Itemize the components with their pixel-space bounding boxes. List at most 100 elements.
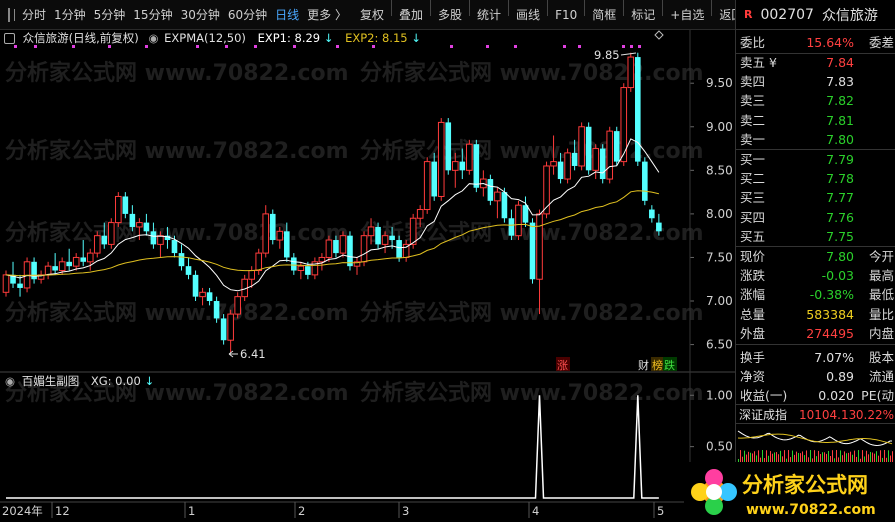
candle-body — [536, 213, 543, 280]
candle-body — [466, 143, 473, 171]
order-label: 买一 — [740, 152, 766, 167]
date-label: 1 — [188, 504, 195, 518]
stat-right-label: 量比 — [868, 306, 894, 322]
candle-body — [143, 222, 150, 232]
index-row[interactable]: 深证成指 10104.13 0.22% — [736, 404, 895, 424]
order-row[interactable]: 买四 7.76 — [736, 208, 895, 228]
candle-body — [213, 301, 220, 319]
arrow-down-icon: ↓ — [323, 31, 334, 45]
candle-body — [396, 240, 402, 258]
stat-value: -0.38% — [809, 287, 854, 303]
candle-body — [206, 292, 213, 302]
candle-body — [58, 261, 66, 272]
stat-label: 外盘 — [740, 325, 766, 341]
stat-right-label: 最高 — [868, 268, 894, 284]
logo-text: 分析家公式网 — [742, 473, 868, 497]
candle-body — [347, 235, 353, 267]
cai-tag: 财 — [638, 358, 649, 372]
stat-value: 274495 — [806, 325, 854, 341]
candle-body — [522, 205, 529, 223]
logo-url: www.70822.com — [746, 502, 876, 518]
sub-tick: 0.50 — [706, 440, 733, 454]
stat-row: 涨幅 -0.38% 最低 — [736, 285, 895, 305]
order-row[interactable]: 买二 7.78 — [736, 169, 895, 189]
order-row[interactable]: 卖五 ¥ 7.84 — [736, 53, 895, 73]
sub-indicator-name: 百媚生副图 — [21, 374, 80, 388]
price-tick: 9.00 — [706, 120, 733, 134]
order-label: 买五 — [740, 228, 766, 244]
order-label: 买二 — [740, 171, 766, 187]
stat-label: 涨幅 — [740, 287, 766, 303]
order-label: 买三 — [740, 190, 766, 206]
order-row[interactable]: 卖三 7.82 — [736, 91, 895, 111]
candle-body — [494, 191, 501, 202]
exp1-value: EXP1: 8.29 — [257, 31, 321, 45]
candle-body — [613, 131, 620, 162]
order-row[interactable]: 买三 7.77 — [736, 188, 895, 208]
watermark-text: 分析家公式网 www.70822.com — [360, 380, 704, 406]
candle-body — [445, 122, 452, 171]
candle-body — [291, 257, 297, 271]
candle-body — [571, 152, 578, 166]
quote-header: R 002707 众信旅游 — [736, 0, 895, 30]
settings-icon[interactable]: ◉ — [5, 374, 15, 388]
indicator-info-line: 众信旅游(日线,前复权) ◉ EXPMA(12,50) EXP1: 8.29 ↓… — [0, 30, 690, 48]
candle-body — [80, 257, 87, 262]
site-logo: 分析家公式网 www.70822.com — [684, 462, 895, 522]
stat-value: -0.03 — [821, 268, 854, 284]
candle-body — [550, 161, 557, 167]
candle-body — [656, 222, 662, 232]
order-price: 7.80 — [826, 131, 854, 147]
candle-body — [325, 239, 333, 258]
stock-label: 众信旅游(日线,前复权) — [22, 31, 139, 45]
candle-body — [318, 256, 326, 263]
zhang-tag: 涨 — [557, 359, 568, 372]
candle-body — [487, 179, 494, 201]
candle-body — [515, 204, 522, 237]
stat-right-label: 最低 — [868, 287, 894, 303]
candle-body — [44, 265, 52, 276]
stat-row: 换手 7.07% 股本 — [736, 348, 895, 368]
order-price: 7.79 — [826, 152, 854, 167]
stat-label: 净资 — [740, 369, 766, 385]
candle-body — [473, 144, 480, 188]
candle-body — [72, 256, 80, 267]
order-row[interactable]: 卖二 7.81 — [736, 111, 895, 131]
date-label: 2024年 — [2, 504, 43, 518]
quote-panel: R 002707 众信旅游 委比 15.64% 委差 卖五 ¥ 7.84 卖四 7.8… — [735, 0, 895, 522]
lock-icon[interactable] — [4, 33, 15, 44]
candle-body — [108, 222, 115, 245]
candle-body — [185, 266, 192, 275]
date-label: 4 — [532, 504, 539, 518]
stat-value: 0.020 — [818, 388, 854, 404]
order-row[interactable]: 卖一 7.80 — [736, 130, 895, 150]
candle-body — [276, 230, 284, 241]
die-tag: 跌 — [664, 358, 675, 372]
candle-body — [431, 161, 438, 197]
candle-body — [199, 291, 206, 298]
stat-row: 净资 0.89 流通 — [736, 367, 895, 387]
date-label: 12 — [55, 504, 70, 518]
stat-row: 收益(一) 0.020 PE(动 — [736, 386, 895, 406]
price-tick: 7.00 — [706, 294, 733, 308]
candle-body — [423, 161, 431, 211]
stat-row: 现价 7.80 今开 — [736, 247, 895, 267]
index-mini-chart[interactable] — [736, 425, 895, 463]
stat-right-label: 流通 — [868, 369, 894, 385]
order-row[interactable]: 买五 7.75 — [736, 227, 895, 247]
settings-icon[interactable]: ◉ — [148, 31, 158, 45]
stat-row: 外盘 274495 内盘 — [736, 324, 895, 344]
order-row[interactable]: 买一 7.79 — [736, 150, 895, 170]
stat-value: 0.89 — [826, 369, 854, 385]
watermark-text: 分析家公式网 www.70822.com — [5, 300, 349, 326]
order-row[interactable]: 卖四 7.83 — [736, 72, 895, 92]
date-label: 3 — [402, 504, 409, 518]
candle-body — [178, 253, 185, 267]
kline-chart[interactable]: 分析家公式网 www.70822.com 分析家公式网 www.70822.com… — [0, 0, 735, 522]
candle-body — [578, 126, 585, 167]
weicha-label: 委差 — [868, 35, 894, 50]
high-price-label: 9.85 — [594, 48, 620, 62]
price-tick: 9.50 — [706, 76, 733, 90]
order-label: 买四 — [740, 209, 766, 225]
candle-body — [649, 209, 655, 219]
